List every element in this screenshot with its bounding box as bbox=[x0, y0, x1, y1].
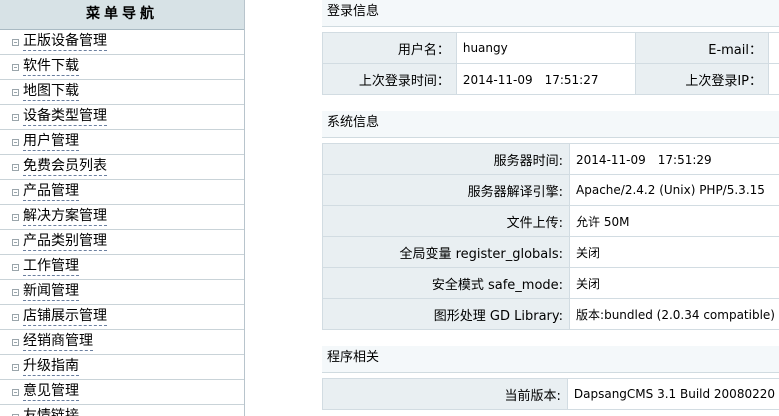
server-engine-label: 服务器解译引擎: bbox=[321, 174, 571, 206]
collapse-box-icon bbox=[12, 263, 19, 271]
table-row: 用户名： huangy E-mail： bbox=[322, 32, 779, 64]
sidebar-item-feedback[interactable]: 意见管理 bbox=[0, 380, 244, 405]
last-login-ip-value bbox=[768, 63, 779, 95]
sidebar-item-label[interactable]: 升级指南 bbox=[23, 358, 79, 376]
sidebar-item-product-categories[interactable]: 产品类别管理 bbox=[0, 230, 244, 255]
sidebar-title: 菜单导航 bbox=[0, 0, 244, 30]
gd-library-label: 图形处理 GD Library: bbox=[321, 298, 571, 330]
sidebar-nav: 菜单导航 正版设备管理 软件下载 地图下载 设备类型管理 用户管理 免费会员列表… bbox=[0, 0, 245, 416]
collapse-box-icon bbox=[12, 113, 19, 121]
gd-library-value: 版本:bundled (2.0.34 compatible) bbox=[569, 298, 779, 330]
table-row: 安全模式 safe_mode: 关闭 bbox=[321, 267, 779, 299]
collapse-box-icon bbox=[12, 213, 19, 221]
sidebar-item-device-type[interactable]: 设备类型管理 bbox=[0, 105, 244, 130]
sidebar-item-label[interactable]: 经销商管理 bbox=[23, 333, 93, 351]
sidebar-item-label[interactable]: 产品类别管理 bbox=[23, 233, 107, 251]
register-globals-label: 全局变量 register_globals: bbox=[321, 236, 571, 268]
sidebar-item-genuine-device[interactable]: 正版设备管理 bbox=[0, 30, 244, 55]
sidebar-item-users[interactable]: 用户管理 bbox=[0, 130, 244, 155]
table-row: 文件上传: 允许 50M bbox=[321, 205, 779, 237]
login-info-table: 用户名： huangy E-mail： 上次登录时间： 2014-11-09 1… bbox=[322, 32, 779, 95]
last-login-ip-label: 上次登录IP： bbox=[634, 63, 770, 95]
collapse-box-icon bbox=[12, 38, 19, 46]
file-upload-label: 文件上传: bbox=[321, 205, 571, 237]
collapse-box-icon bbox=[12, 63, 19, 71]
collapse-box-icon bbox=[12, 313, 19, 321]
system-info-heading: 系统信息 bbox=[322, 111, 779, 138]
table-row: 上次登录时间： 2014-11-09 17:51:27 上次登录IP： bbox=[322, 63, 779, 95]
sidebar-item-label[interactable]: 新闻管理 bbox=[23, 283, 79, 301]
sidebar-item-jobs[interactable]: 工作管理 bbox=[0, 255, 244, 280]
sidebar-item-label[interactable]: 友情链接 bbox=[23, 408, 79, 416]
sidebar-item-label[interactable]: 设备类型管理 bbox=[23, 108, 107, 126]
sidebar-item-label[interactable]: 正版设备管理 bbox=[23, 33, 107, 51]
server-engine-value: Apache/2.4.2 (Unix) PHP/5.3.15 bbox=[569, 174, 779, 206]
collapse-box-icon bbox=[12, 238, 19, 246]
sidebar-item-dealers[interactable]: 经销商管理 bbox=[0, 330, 244, 355]
system-info-table: 服务器时间: 2014-11-09 17:51:29 服务器解译引擎: Apac… bbox=[321, 143, 779, 330]
sidebar-item-solutions[interactable]: 解决方案管理 bbox=[0, 205, 244, 230]
sidebar-item-upgrade-guide[interactable]: 升级指南 bbox=[0, 355, 244, 380]
email-value bbox=[768, 32, 779, 64]
last-login-time-value: 2014-11-09 17:51:27 bbox=[455, 63, 636, 95]
table-row: 服务器解译引擎: Apache/2.4.2 (Unix) PHP/5.3.15 bbox=[321, 174, 779, 206]
sidebar-item-label[interactable]: 产品管理 bbox=[23, 183, 79, 201]
sidebar-item-free-members[interactable]: 免费会员列表 bbox=[0, 155, 244, 180]
username-value: huangy bbox=[455, 32, 636, 64]
email-label: E-mail： bbox=[634, 32, 770, 64]
sidebar-item-label[interactable]: 地图下载 bbox=[23, 83, 79, 101]
sidebar-item-news[interactable]: 新闻管理 bbox=[0, 280, 244, 305]
sidebar-item-software-download[interactable]: 软件下载 bbox=[0, 55, 244, 80]
sidebar-item-label[interactable]: 免费会员列表 bbox=[23, 158, 107, 176]
sidebar-item-map-download[interactable]: 地图下载 bbox=[0, 80, 244, 105]
register-globals-value: 关闭 bbox=[569, 236, 779, 268]
program-info-heading: 程序相关 bbox=[322, 346, 779, 373]
collapse-box-icon bbox=[12, 363, 19, 371]
safe-mode-label: 安全模式 safe_mode: bbox=[321, 267, 571, 299]
sidebar-item-label[interactable]: 店铺展示管理 bbox=[23, 308, 107, 326]
program-info-table: 当前版本: DapsangCMS 3.1 Build 20080220 bbox=[322, 378, 779, 410]
table-row: 服务器时间: 2014-11-09 17:51:29 bbox=[321, 143, 779, 175]
server-time-value: 2014-11-09 17:51:29 bbox=[569, 143, 779, 175]
sidebar-item-label[interactable]: 解决方案管理 bbox=[23, 208, 107, 226]
username-label: 用户名： bbox=[322, 32, 457, 64]
collapse-box-icon bbox=[12, 88, 19, 96]
collapse-box-icon bbox=[12, 338, 19, 346]
sidebar-item-products[interactable]: 产品管理 bbox=[0, 180, 244, 205]
current-version-value: DapsangCMS 3.1 Build 20080220 bbox=[566, 378, 779, 410]
collapse-box-icon bbox=[12, 188, 19, 196]
collapse-box-icon bbox=[12, 288, 19, 296]
sidebar-item-label[interactable]: 意见管理 bbox=[23, 383, 79, 401]
sidebar-item-label[interactable]: 软件下载 bbox=[23, 58, 79, 76]
safe-mode-value: 关闭 bbox=[569, 267, 779, 299]
last-login-time-label: 上次登录时间： bbox=[322, 63, 457, 95]
table-row: 当前版本: DapsangCMS 3.1 Build 20080220 bbox=[322, 378, 779, 410]
main-content: 登录信息 用户名： huangy E-mail： 上次登录时间： 2014-11… bbox=[321, 0, 779, 410]
current-version-label: 当前版本: bbox=[322, 378, 568, 410]
server-time-label: 服务器时间: bbox=[321, 143, 571, 175]
sidebar-item-store-display[interactable]: 店铺展示管理 bbox=[0, 305, 244, 330]
sidebar-item-label[interactable]: 工作管理 bbox=[23, 258, 79, 276]
sidebar-item-label[interactable]: 用户管理 bbox=[23, 133, 79, 151]
login-info-heading: 登录信息 bbox=[322, 0, 779, 27]
collapse-box-icon bbox=[12, 163, 19, 171]
file-upload-value: 允许 50M bbox=[569, 205, 779, 237]
collapse-box-icon bbox=[12, 138, 19, 146]
sidebar-item-friend-links[interactable]: 友情链接 bbox=[0, 405, 244, 416]
table-row: 全局变量 register_globals: 关闭 bbox=[321, 236, 779, 268]
collapse-box-icon bbox=[12, 388, 19, 396]
table-row: 图形处理 GD Library: 版本:bundled (2.0.34 comp… bbox=[321, 298, 779, 330]
